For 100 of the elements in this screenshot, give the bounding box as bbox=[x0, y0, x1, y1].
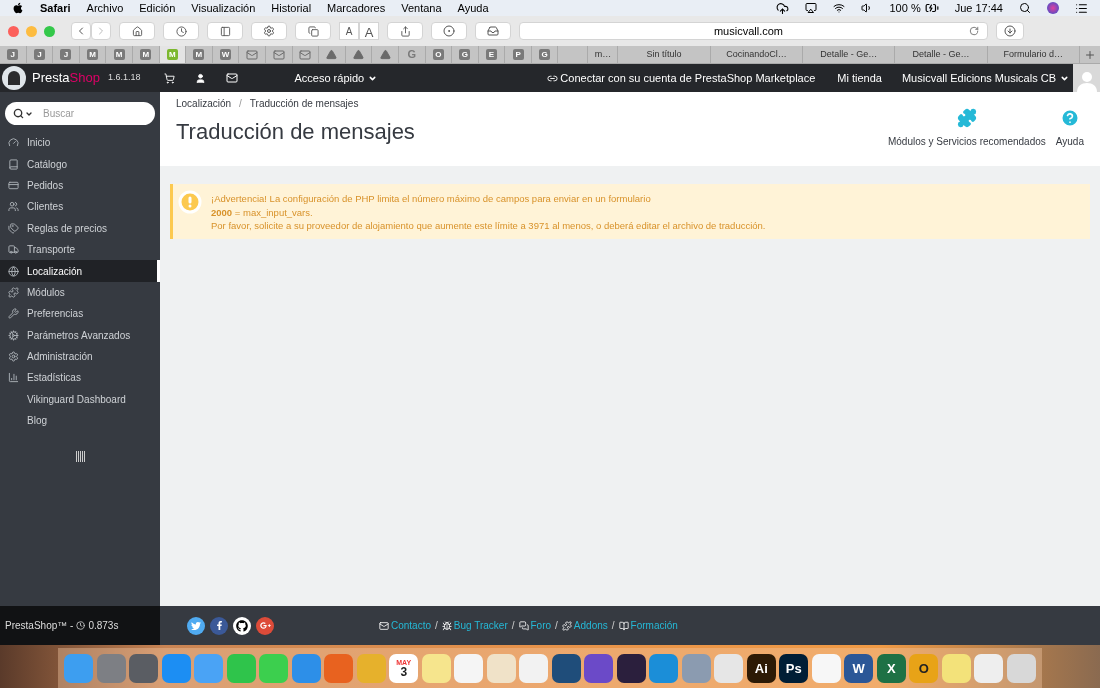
downloads-button[interactable] bbox=[996, 22, 1024, 40]
sidebar-item[interactable]: Estadísticas bbox=[0, 367, 160, 389]
dock-app-icon[interactable]: O bbox=[909, 653, 939, 683]
menu-item[interactable]: Historial bbox=[271, 0, 312, 17]
g-plus-icon bbox=[259, 620, 271, 631]
text-size-button[interactable]: A bbox=[359, 22, 379, 40]
cart-icon[interactable] bbox=[164, 72, 176, 84]
menu-item[interactable]: Visualización bbox=[191, 0, 256, 17]
menu-item[interactable]: Archivo bbox=[86, 0, 124, 17]
history-button[interactable] bbox=[163, 22, 199, 40]
credit-card-icon bbox=[8, 179, 19, 191]
settings-button[interactable] bbox=[251, 22, 287, 40]
footer-link[interactable]: Foro bbox=[530, 618, 552, 633]
zoom-button[interactable] bbox=[44, 25, 55, 37]
sidebar-item[interactable]: Localización bbox=[0, 260, 160, 282]
list-icon[interactable] bbox=[1075, 1, 1088, 15]
text-size-button[interactable]: A bbox=[339, 22, 359, 40]
close-button[interactable] bbox=[8, 25, 19, 37]
dock-app-icon[interactable] bbox=[551, 653, 581, 683]
sidebar-button[interactable] bbox=[207, 22, 243, 40]
footer-link[interactable]: Formación bbox=[630, 618, 678, 633]
quick-access-menu[interactable]: Acceso rápido bbox=[294, 69, 378, 87]
breadcrumb-separator: / bbox=[239, 97, 242, 111]
dock-app-icon[interactable]: X bbox=[876, 653, 906, 683]
twitter-button[interactable] bbox=[187, 616, 205, 635]
load-time: 0.873s bbox=[88, 619, 119, 633]
menu-item[interactable]: Edición bbox=[139, 0, 176, 17]
facebook-button[interactable] bbox=[210, 616, 228, 635]
truck-icon bbox=[8, 244, 19, 256]
sidebar-item[interactable]: Parámetros Avanzados bbox=[0, 324, 160, 346]
store-link[interactable]: Mi tienda bbox=[837, 69, 882, 87]
menu-item[interactable]: Ventana bbox=[401, 0, 442, 17]
extension-button[interactable] bbox=[431, 22, 467, 40]
sidebar-item[interactable]: Catálogo bbox=[0, 153, 160, 175]
home-button[interactable] bbox=[119, 22, 155, 40]
wrench-icon bbox=[8, 308, 19, 320]
help-button[interactable]: Ayuda bbox=[1055, 108, 1084, 149]
google-plus-button[interactable] bbox=[256, 616, 274, 635]
footer-link[interactable]: Addons bbox=[573, 618, 608, 633]
account-menu[interactable]: Musicvall Edicions Musicals CB bbox=[901, 69, 1069, 87]
dock-app-icon[interactable]: Ps bbox=[779, 653, 809, 683]
search-icon[interactable] bbox=[13, 108, 24, 119]
sidebar-item[interactable]: Pedidos bbox=[0, 174, 160, 197]
wifi-icon[interactable] bbox=[833, 2, 846, 14]
sidebar-item[interactable]: Administración bbox=[0, 345, 160, 368]
record-icon bbox=[443, 25, 455, 37]
users-icon bbox=[8, 201, 19, 213]
marketplace-link[interactable]: Conectar con su cuenta de PrestaShop Marketplace bbox=[560, 69, 816, 87]
sidebar-item[interactable]: Inicio bbox=[0, 132, 160, 154]
menu-clock[interactable]: Jue 17:44 bbox=[954, 0, 1003, 17]
menu-item[interactable]: Ayuda bbox=[457, 0, 489, 17]
breadcrumb-link[interactable]: Localización bbox=[176, 96, 232, 111]
new-tab-icon[interactable] bbox=[1084, 48, 1097, 61]
sidebar-item[interactable]: Módulos bbox=[0, 281, 160, 304]
cloud-upload-icon[interactable] bbox=[776, 1, 790, 15]
dock-app-icon[interactable]: Ai bbox=[746, 653, 776, 683]
sidebar-item[interactable]: Vikinguard Dashboard bbox=[0, 388, 160, 411]
menu-item[interactable]: Marcadores bbox=[327, 0, 386, 17]
reload-icon[interactable] bbox=[969, 26, 979, 36]
favicon-letter: J bbox=[60, 49, 72, 60]
f-letter-icon bbox=[214, 621, 224, 630]
tabs-button[interactable] bbox=[295, 22, 331, 40]
share-button[interactable] bbox=[387, 22, 423, 40]
envelope-icon bbox=[272, 48, 285, 61]
sidebar-item[interactable]: Reglas de precios bbox=[0, 217, 160, 239]
separator: / bbox=[555, 619, 558, 633]
tags-icon bbox=[8, 222, 19, 234]
search-icon[interactable] bbox=[1019, 2, 1031, 14]
footer-link[interactable]: Bug Tracker bbox=[453, 618, 508, 633]
user-icon[interactable] bbox=[195, 72, 207, 84]
footer-link[interactable]: Contacto bbox=[391, 618, 432, 633]
menu-item[interactable]: Safari bbox=[40, 0, 71, 17]
warning-text: 2000 = max_input_vars. bbox=[211, 205, 314, 219]
sidebar-item[interactable]: Preferencias bbox=[0, 303, 160, 325]
apple-icon[interactable] bbox=[12, 2, 24, 14]
back-button[interactable] bbox=[71, 22, 91, 40]
clock-icon bbox=[175, 25, 187, 37]
dock-app-icon[interactable] bbox=[616, 653, 646, 683]
logo-icon[interactable] bbox=[2, 66, 26, 90]
warning-text: Por favor, solicite a su proveedor de alojamiento que aumente este límite a 3971 al menos, o deberá editar el archivo de traducción. bbox=[211, 219, 766, 233]
address-field[interactable]: musicvall.com bbox=[519, 22, 988, 40]
extension-button[interactable] bbox=[475, 22, 511, 40]
search-field[interactable]: Buscar bbox=[43, 106, 133, 121]
airplay-icon[interactable] bbox=[805, 2, 818, 14]
page-title: Traducción de mensajes bbox=[176, 118, 416, 146]
modules-button[interactable]: Módulos y Servicios recomendados bbox=[887, 108, 1046, 149]
search-bar[interactable]: Buscar bbox=[5, 102, 155, 125]
sidebar-item[interactable]: Clientes bbox=[0, 196, 160, 218]
gears-icon bbox=[8, 329, 19, 341]
envelope-icon[interactable] bbox=[226, 72, 239, 84]
collapse-icon[interactable] bbox=[75, 451, 85, 463]
favicon-letter: G bbox=[539, 49, 551, 60]
battery-icon[interactable] bbox=[924, 1, 939, 15]
favicon-letter: M bbox=[140, 49, 152, 60]
brand-name[interactable]: PrestaShop bbox=[32, 68, 100, 88]
sidebar-item[interactable]: Transporte bbox=[0, 238, 160, 261]
siri-icon[interactable] bbox=[1047, 2, 1059, 14]
dock-app-icon[interactable]: W bbox=[844, 653, 874, 683]
sidebar-item[interactable]: Blog bbox=[0, 410, 160, 432]
github-button[interactable] bbox=[233, 616, 251, 635]
